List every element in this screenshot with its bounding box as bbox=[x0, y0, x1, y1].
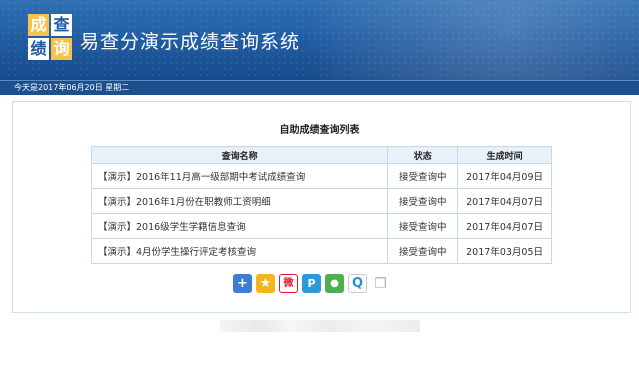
table-row[interactable]: 【演示】4月份学生操行评定考核查询 接受查询中 2017年03月05日 bbox=[90, 238, 552, 264]
query-status: 接受查询中 bbox=[387, 188, 459, 214]
wechat-icon[interactable]: ● bbox=[325, 274, 344, 293]
app-title: 易查分演示成绩查询系统 bbox=[80, 31, 301, 53]
date-bar: 今天是2017年06月20日 星期二 bbox=[0, 80, 639, 95]
logo-char: 询 bbox=[51, 38, 72, 60]
list-title: 自助成绩查询列表 bbox=[279, 125, 360, 136]
copy-icon[interactable]: ❐ bbox=[371, 274, 390, 293]
table-row[interactable]: 【演示】2016年1月份在职教师工资明细 接受查询中 2017年04月07日 bbox=[90, 188, 552, 214]
query-list-table: 查询名称 状态 生成时间 【演示】2016年11月高一级部期中考试成绩查询 接受… bbox=[90, 146, 552, 264]
logo-char: 查 bbox=[51, 14, 72, 36]
query-date: 2017年04月07日 bbox=[457, 188, 552, 214]
query-name-link[interactable]: 【演示】2016年11月高一级部期中考试成绩查询 bbox=[90, 163, 389, 189]
query-status: 接受查询中 bbox=[387, 163, 459, 189]
header-banner: 成 查 绩 询 易查分演示成绩查询系统 bbox=[0, 0, 639, 80]
query-date: 2017年04月09日 bbox=[457, 163, 552, 189]
query-date: 2017年03月05日 bbox=[457, 238, 552, 264]
column-header-name: 查询名称 bbox=[90, 146, 389, 164]
query-status: 接受查询中 bbox=[387, 238, 459, 264]
table-row[interactable]: 【演示】2016级学生学籍信息查询 接受查询中 2017年04月07日 bbox=[90, 213, 552, 239]
blurred-footer bbox=[220, 320, 420, 332]
weibo-icon[interactable]: 微 bbox=[279, 274, 298, 293]
tencent-weibo-icon[interactable]: P bbox=[302, 274, 321, 293]
table-header-row: 查询名称 状态 生成时间 bbox=[90, 146, 552, 164]
query-status: 接受查询中 bbox=[387, 213, 459, 239]
qzone-star-icon[interactable]: ★ bbox=[256, 274, 275, 293]
query-name-link[interactable]: 【演示】4月份学生操行评定考核查询 bbox=[90, 238, 389, 264]
qq-icon[interactable]: Q bbox=[348, 274, 367, 293]
column-header-status: 状态 bbox=[387, 146, 459, 164]
column-header-date: 生成时间 bbox=[457, 146, 552, 164]
current-date: 今天是2017年06月20日 星期二 bbox=[14, 83, 130, 92]
share-toolbar: + ★ 微 P ● Q ❐ bbox=[233, 274, 390, 293]
table-row[interactable]: 【演示】2016年11月高一级部期中考试成绩查询 接受查询中 2017年04月0… bbox=[90, 163, 552, 189]
plus-icon[interactable]: + bbox=[233, 274, 252, 293]
logo-char: 成 bbox=[28, 14, 49, 36]
logo: 成 查 绩 询 bbox=[28, 14, 72, 60]
logo-char: 绩 bbox=[28, 38, 49, 60]
query-name-link[interactable]: 【演示】2016级学生学籍信息查询 bbox=[90, 213, 389, 239]
query-name-link[interactable]: 【演示】2016年1月份在职教师工资明细 bbox=[90, 188, 389, 214]
query-date: 2017年04月07日 bbox=[457, 213, 552, 239]
